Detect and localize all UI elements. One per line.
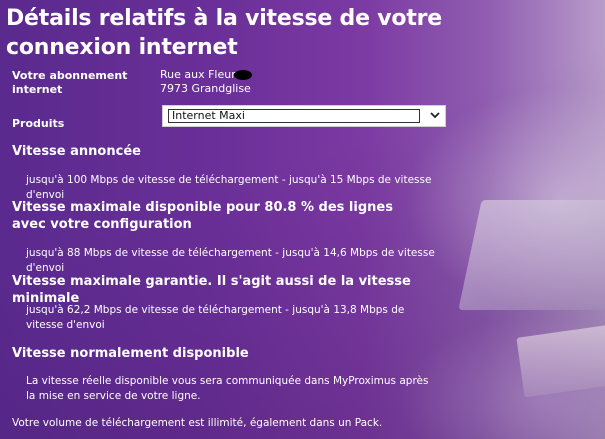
address-street: Rue aux Fleurs xyxy=(160,68,242,81)
section-title-guaranteed-speed: Vitesse maximale garantie. Il s'agit aus… xyxy=(12,274,411,306)
products-select[interactable]: Internet Maxi xyxy=(162,105,446,127)
page-title: Détails relatifs à la vitesse de votre c… xyxy=(6,6,443,60)
address-redaction xyxy=(234,70,252,80)
subscription-label: Votre abonnement internet xyxy=(12,69,128,96)
section-title-advertised-speed: Vitesse annoncée xyxy=(12,144,141,159)
section-text-normal-speed: La vitesse réelle disponible vous sera c… xyxy=(26,375,429,402)
speed-details-panel: Détails relatifs à la vitesse de votre c… xyxy=(0,0,605,439)
chevron-down-icon xyxy=(430,112,440,119)
download-volume-note: Votre volume de téléchargement est illim… xyxy=(12,417,383,429)
section-text-guaranteed-speed: jusqu'à 62,2 Mbps de vitesse de téléchar… xyxy=(26,304,405,331)
section-text-max-available-speed: jusqu'à 88 Mbps de vitesse de télécharge… xyxy=(26,247,435,274)
section-title-max-available-speed: Vitesse maximale disponible pour 80.8 % … xyxy=(12,200,393,232)
products-label: Produits xyxy=(12,117,65,130)
section-title-normal-speed: Vitesse normalement disponible xyxy=(12,346,249,361)
products-select-value: Internet Maxi xyxy=(168,109,420,123)
address-city: 7973 Grandglise xyxy=(160,82,251,95)
